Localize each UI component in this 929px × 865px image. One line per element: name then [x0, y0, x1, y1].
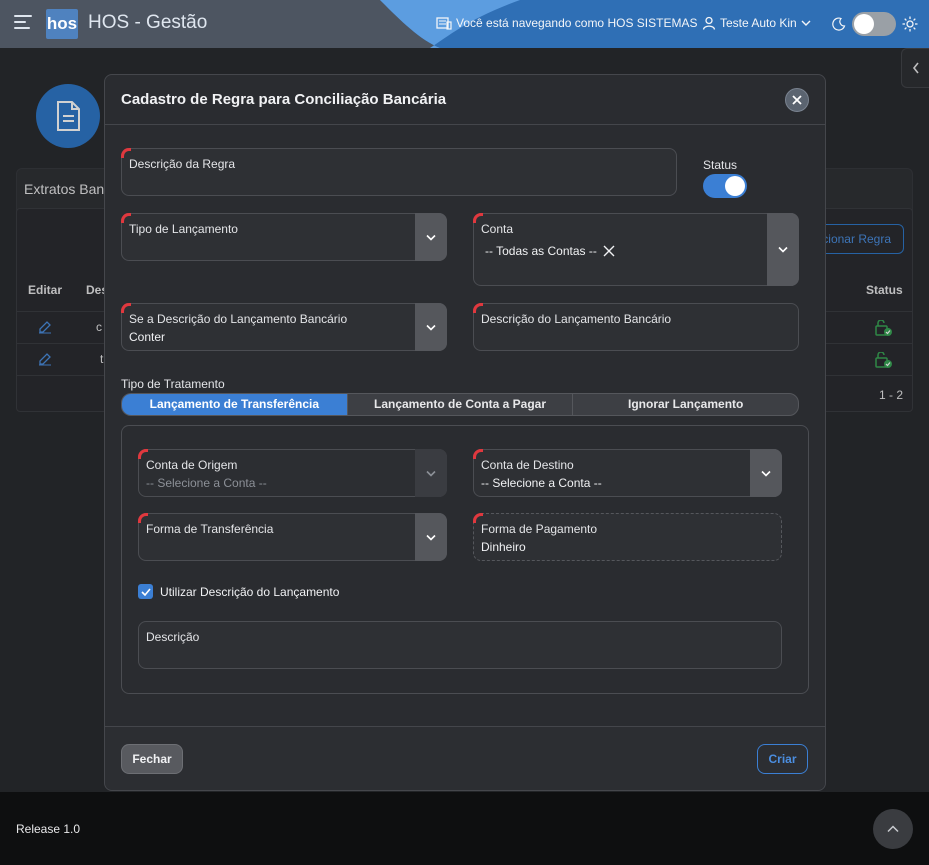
menu-toggle-button[interactable] — [14, 15, 32, 31]
origin-account-label: Conta de Origem — [146, 458, 238, 472]
create-button[interactable]: Criar — [757, 744, 808, 774]
entry-type-label: Tipo de Lançamento — [129, 222, 238, 236]
dropdown-button[interactable] — [415, 213, 447, 261]
rule-description-label: Descrição da Regra — [129, 157, 236, 171]
moon-icon — [832, 17, 846, 31]
close-button[interactable] — [785, 88, 809, 112]
checkmark-icon — [140, 587, 151, 596]
rule-description-field[interactable]: Descrição da Regra — [121, 148, 677, 196]
user-menu[interactable]: Teste Auto Kin — [702, 16, 811, 30]
description-condition-label: Se a Descrição do Lançamento Bancário — [129, 312, 348, 326]
company-icon — [436, 17, 452, 30]
status-toggle[interactable] — [703, 174, 747, 198]
payment-method-field[interactable]: Forma de Pagamento Dinheiro — [473, 513, 782, 561]
chevron-down-icon — [426, 234, 436, 241]
app-logo: hos — [46, 9, 78, 39]
remove-selection-icon[interactable] — [603, 245, 615, 257]
destination-account-label: Conta de Destino — [481, 458, 574, 472]
top-bar: hos HOS - Gestão Você está navegando com… — [0, 0, 929, 48]
bank-entry-description-field[interactable]: Descrição do Lançamento Bancário — [473, 303, 799, 351]
user-name: Teste Auto Kin — [720, 16, 797, 30]
treatment-type-tabs: Lançamento de Transferência Lançamento d… — [121, 393, 799, 416]
use-entry-description-option[interactable]: Utilizar Descrição do Lançamento — [138, 584, 339, 599]
tab-ignorar[interactable]: Ignorar Lançamento — [572, 394, 798, 415]
rule-modal: Cadastro de Regra para Conciliação Bancá… — [104, 74, 826, 791]
release-version: Release 1.0 — [16, 822, 81, 836]
entry-type-select[interactable]: Tipo de Lançamento — [121, 213, 447, 261]
destination-account-select[interactable]: Conta de Destino -- Selecione a Conta -- — [473, 449, 782, 497]
bank-entry-description-label: Descrição do Lançamento Bancário — [481, 312, 672, 326]
sun-icon — [902, 16, 918, 32]
chevron-down-icon — [761, 470, 771, 477]
payment-method-value: Dinheiro — [481, 540, 526, 554]
transfer-method-select[interactable]: Forma de Transferência — [138, 513, 447, 561]
page-footer: Release 1.0 — [0, 792, 929, 865]
chevron-down-icon — [426, 534, 436, 541]
modal-title: Cadastro de Regra para Conciliação Bancá… — [121, 91, 447, 108]
origin-account-select[interactable]: Conta de Origem -- Selecione a Conta -- — [138, 449, 447, 497]
theme-toggle[interactable] — [852, 12, 896, 36]
account-label: Conta — [481, 222, 514, 236]
payment-method-label: Forma de Pagamento — [481, 522, 598, 536]
close-icon — [792, 95, 802, 105]
description-field[interactable]: Descrição — [138, 621, 782, 669]
chevron-down-icon — [426, 324, 436, 331]
dropdown-button[interactable] — [415, 513, 447, 561]
navigating-as-text: Você está navegando como HOS SISTEMAS — [456, 16, 698, 30]
description-condition-select[interactable]: Se a Descrição do Lançamento Bancário Co… — [121, 303, 447, 351]
tab-transferencia[interactable]: Lançamento de Transferência — [122, 394, 347, 415]
modal-header: Cadastro de Regra para Conciliação Bancá… — [105, 75, 825, 125]
dropdown-button[interactable] — [415, 449, 447, 497]
description-label: Descrição — [146, 630, 200, 644]
status-label: Status — [703, 158, 738, 172]
app-title: HOS - Gestão — [88, 12, 208, 33]
scroll-to-top-button[interactable] — [873, 809, 913, 849]
close-modal-button[interactable]: Fechar — [121, 744, 183, 774]
dropdown-button[interactable] — [750, 449, 782, 497]
theme-switcher[interactable] — [832, 12, 918, 36]
transfer-method-label: Forma de Transferência — [146, 522, 274, 536]
chevron-up-icon — [887, 825, 899, 833]
origin-account-placeholder: -- Selecione a Conta -- — [146, 476, 267, 490]
modal-footer — [105, 726, 825, 790]
dropdown-button[interactable] — [415, 303, 447, 351]
dropdown-button[interactable] — [767, 213, 799, 286]
description-condition-value: Conter — [129, 330, 166, 344]
chevron-down-icon — [778, 246, 788, 253]
account-selected-chip: -- Todas as Contas -- — [485, 244, 615, 258]
account-selected-value: -- Todas as Contas -- — [485, 244, 597, 258]
destination-account-value: -- Selecione a Conta -- — [481, 476, 602, 490]
account-select[interactable]: Conta -- Todas as Contas -- — [473, 213, 799, 286]
use-entry-description-checkbox[interactable] — [138, 584, 153, 599]
tab-conta-a-pagar[interactable]: Lançamento de Conta a Pagar — [346, 394, 573, 415]
chevron-down-icon — [426, 470, 436, 477]
chevron-down-icon — [801, 20, 811, 26]
user-icon — [702, 16, 716, 30]
treatment-type-label: Tipo de Tratamento — [121, 377, 225, 391]
use-entry-description-label: Utilizar Descrição do Lançamento — [160, 584, 340, 599]
navigating-as-info[interactable]: Você está navegando como HOS SISTEMAS — [436, 16, 697, 30]
